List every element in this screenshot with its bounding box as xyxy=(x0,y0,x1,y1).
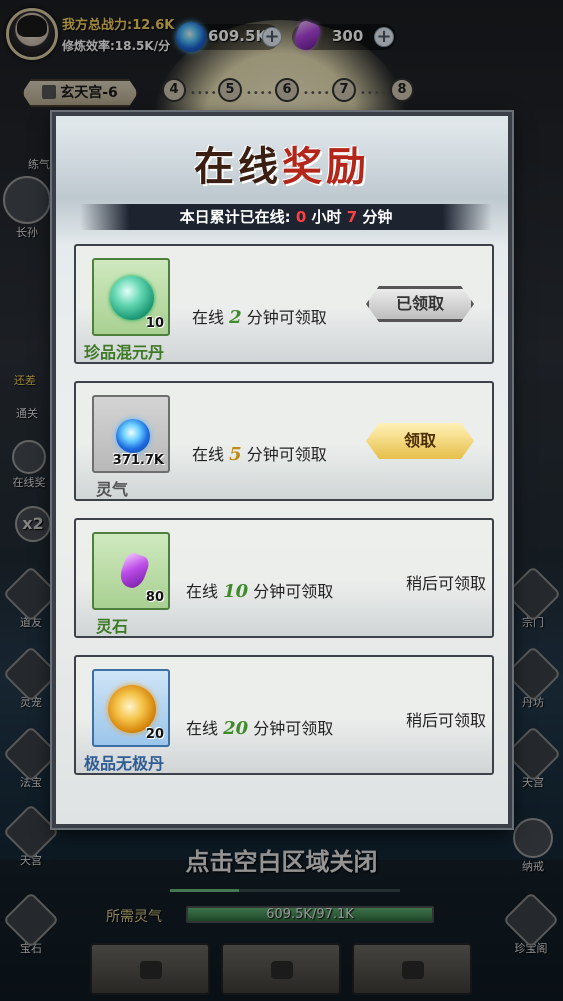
reward-requirement: 在线 10 分钟可领取 xyxy=(186,581,334,602)
reward-requirement: 在线 5 分钟可领取 xyxy=(192,444,327,465)
dialog-title: 在线奖励 xyxy=(194,143,370,190)
lingqi-icon xyxy=(116,419,150,453)
spirit-stone-icon xyxy=(116,550,152,592)
online-hours: 0 xyxy=(295,208,307,226)
item-slot[interactable]: 371.7K xyxy=(92,395,170,473)
item-name: 珍品混元丹 xyxy=(84,343,165,362)
hunyuan-pill-icon xyxy=(110,276,154,320)
reward-requirement: 在线 20 分钟可领取 xyxy=(186,718,334,739)
reward-card: 371.7K 灵气 在线 5 分钟可领取 领取 xyxy=(74,381,494,501)
reward-card: 20 极品无极丹 在线 20 分钟可领取 稍后可领取 xyxy=(74,655,494,775)
reward-card: 80 灵石 在线 10 分钟可领取 稍后可领取 xyxy=(74,518,494,638)
online-time-bar: 本日累计已在线: 0 小时 7 分钟 xyxy=(80,204,492,230)
item-name: 极品无极丹 xyxy=(84,754,165,773)
item-name: 灵石 xyxy=(96,617,129,636)
online-reward-dialog: 在线奖励 本日累计已在线: 0 小时 7 分钟 10 珍品混元丹 在线 2 分钟… xyxy=(52,112,512,828)
item-slot[interactable]: 10 xyxy=(92,258,170,336)
item-count: 371.7K xyxy=(112,453,164,468)
item-count: 10 xyxy=(145,316,164,331)
reward-card: 10 珍品混元丹 在线 2 分钟可领取 已领取 xyxy=(74,244,494,364)
item-count: 20 xyxy=(145,727,164,742)
wuji-pill-icon xyxy=(108,685,156,733)
claim-button[interactable]: 领取 xyxy=(366,423,474,459)
claimed-button[interactable]: 已领取 xyxy=(366,286,474,322)
reward-requirement: 在线 2 分钟可领取 xyxy=(192,307,327,328)
item-name: 灵气 xyxy=(96,480,129,499)
item-count: 80 xyxy=(145,590,164,605)
claim-later-text: 稍后可领取 xyxy=(405,711,486,730)
item-slot[interactable]: 20 xyxy=(92,669,170,747)
online-minutes: 7 xyxy=(346,208,358,226)
item-slot[interactable]: 80 xyxy=(92,532,170,610)
claim-later-text: 稍后可领取 xyxy=(405,574,486,593)
